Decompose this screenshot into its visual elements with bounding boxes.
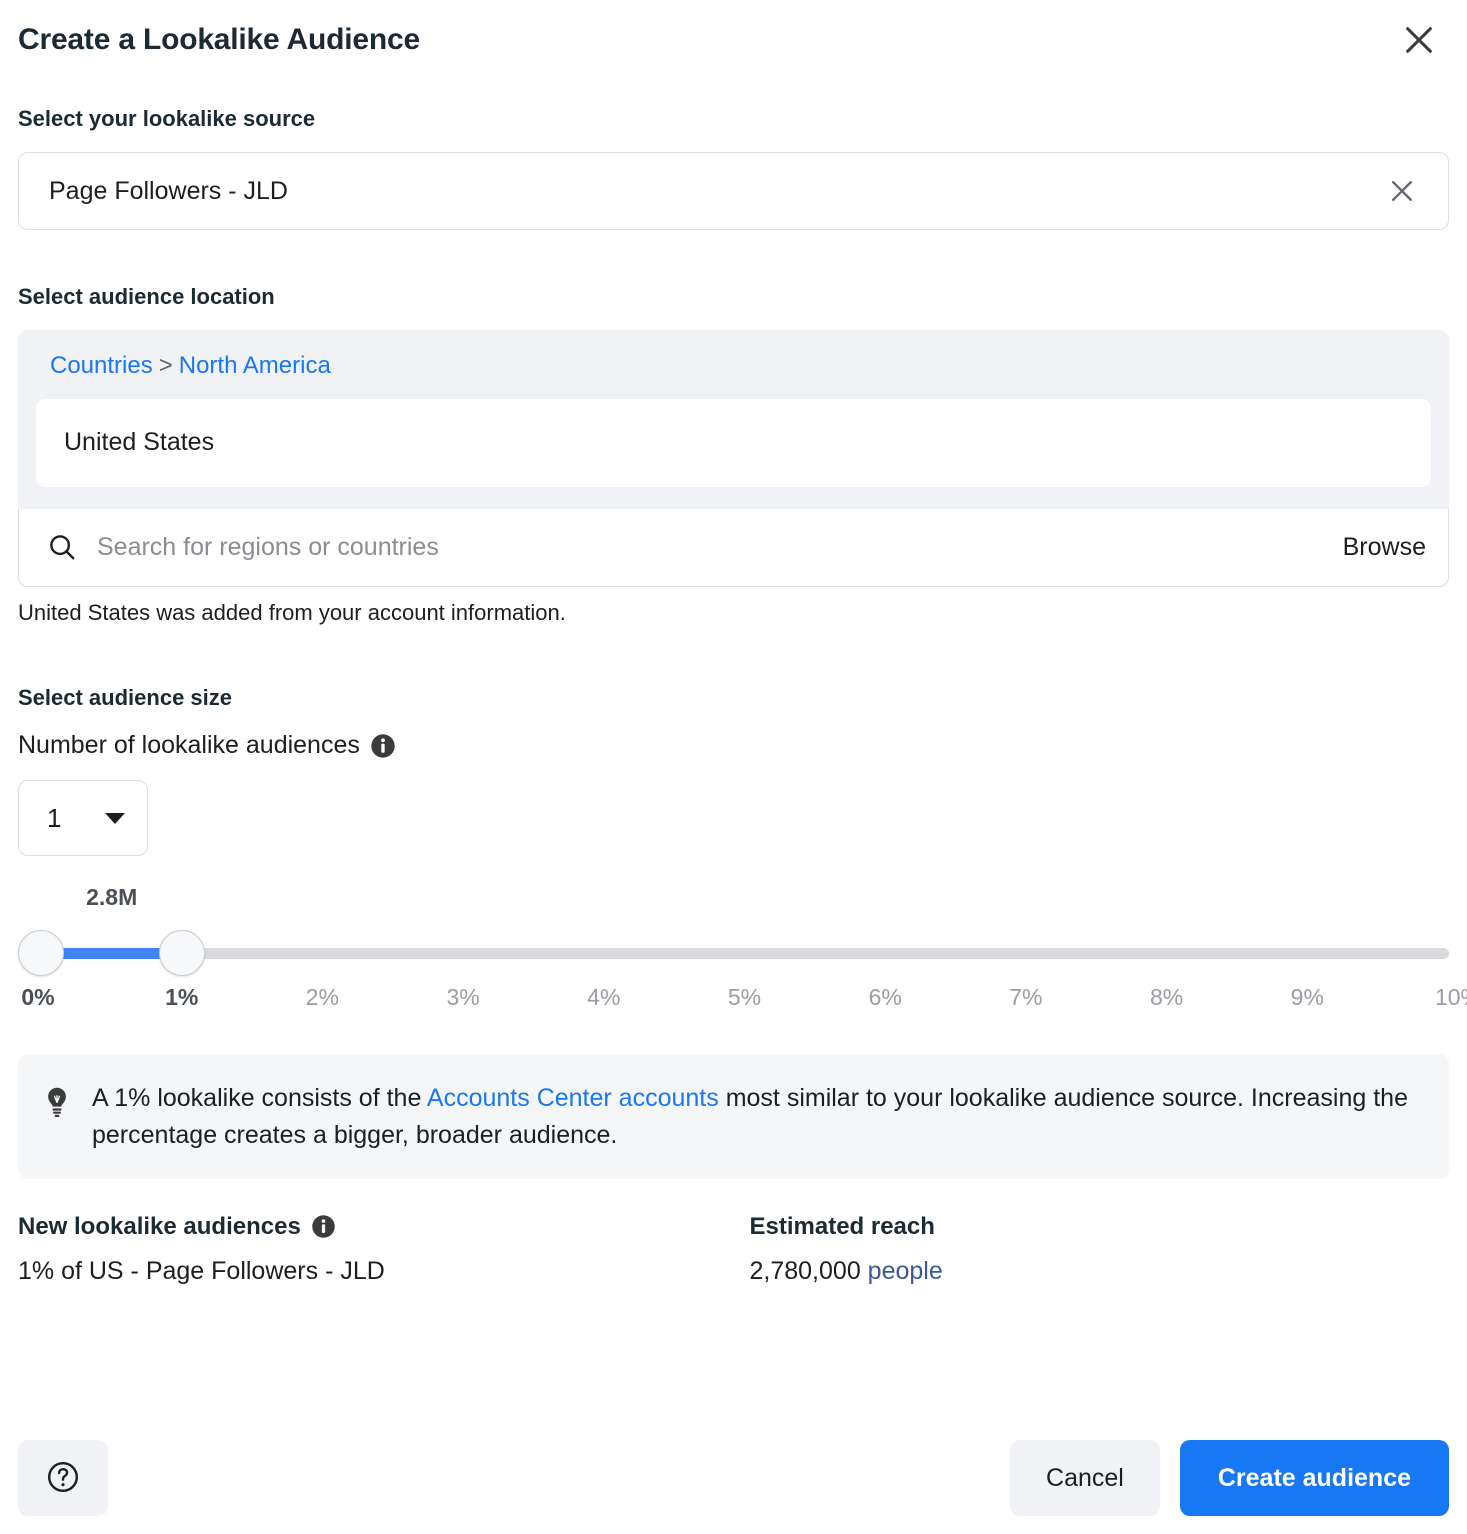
new-audiences-title: New lookalike audiences [18, 1212, 301, 1240]
slider-tick: 3% [446, 984, 480, 1011]
slider-value-bubble: 2.8M [86, 884, 138, 911]
tip-text: A 1% lookalike consists of the Accounts … [92, 1080, 1423, 1153]
people-link[interactable]: people [868, 1257, 943, 1285]
create-lookalike-audience-dialog: Create a Lookalike Audience Select your … [0, 0, 1467, 1534]
footer-actions: Cancel Create audience [1010, 1440, 1449, 1516]
slider-tick: 8% [1149, 984, 1184, 1011]
cancel-button[interactable]: Cancel [1010, 1440, 1160, 1516]
location-panel: Countries > North America United States [18, 330, 1449, 509]
audience-count-label: Number of lookalike audiences [18, 731, 360, 760]
info-icon[interactable] [370, 733, 396, 759]
lookalike-source-value: Page Followers - JLD [49, 176, 288, 205]
chevron-down-icon [105, 812, 125, 824]
breadcrumb-countries[interactable]: Countries [50, 352, 153, 379]
question-mark-icon [45, 1459, 81, 1498]
lookalike-source-field[interactable]: Page Followers - JLD [18, 152, 1449, 230]
browse-button[interactable]: Browse [1323, 533, 1426, 562]
audience-location-section: Select audience location Countries > North… [18, 284, 1449, 627]
location-section-label: Select audience location [18, 284, 275, 309]
help-button[interactable] [18, 1440, 108, 1516]
selected-location-item[interactable]: United States [36, 398, 1431, 487]
estimated-reach-value: 2,780,000 people [750, 1257, 1450, 1286]
summary-section: New lookalike audiences 1% of US - Page … [18, 1213, 1449, 1286]
slider-handle-start[interactable] [18, 930, 64, 977]
breadcrumb: Countries > North America [36, 352, 1431, 381]
audience-size-slider[interactable]: 2.8M 0% 1% 2% 3% 4% 5% 6% 7% 8% 9% 10% [18, 884, 1467, 1024]
lightbulb-icon [42, 1086, 72, 1123]
close-icon[interactable] [1397, 18, 1441, 62]
slider-track-background [60, 948, 1449, 960]
slider-tick: 2% [305, 984, 340, 1011]
slider-tick: 9% [1290, 984, 1324, 1011]
slider-tick: 1% [165, 984, 199, 1011]
new-audiences-value: 1% of US - Page Followers - JLD [18, 1256, 385, 1285]
estimated-reach-column: Estimated reach 2,780,000 people [734, 1213, 1450, 1286]
new-audiences-column: New lookalike audiences 1% of US - Page … [18, 1213, 734, 1286]
tip-callout: A 1% lookalike consists of the Accounts … [18, 1054, 1449, 1179]
slider-track-area[interactable] [18, 930, 1449, 977]
selected-location-label: United States [64, 428, 215, 457]
breadcrumb-north-america[interactable]: North America [179, 352, 331, 379]
slider-tick: 0% [21, 984, 55, 1011]
slider-tick: 7% [1009, 984, 1043, 1011]
location-search-input[interactable] [95, 531, 1323, 563]
source-section-label: Select your lookalike source [18, 106, 316, 131]
slider-tick: 4% [587, 984, 621, 1011]
audience-size-section: Select audience size Number of lookalike… [18, 685, 1467, 1024]
dialog-header: Create a Lookalike Audience [18, 0, 1449, 62]
audience-count-value: 1 [47, 802, 62, 833]
tip-text-before: A 1% lookalike consists of the [92, 1084, 427, 1113]
create-audience-button[interactable]: Create audience [1179, 1440, 1449, 1516]
page-title: Create a Lookalike Audience [18, 23, 420, 56]
info-icon[interactable] [311, 1214, 336, 1239]
slider-handle-end[interactable] [158, 930, 205, 977]
audience-count-dropdown[interactable]: 1 [18, 780, 148, 857]
slider-tick-labels: 0% 1% 2% 3% 4% 5% 6% 7% 8% 9% 10% [18, 984, 1467, 1018]
slider-tick: 5% [727, 984, 762, 1011]
clear-source-icon[interactable] [1380, 169, 1424, 213]
estimated-reach-number: 2,780,000 [749, 1256, 861, 1285]
accounts-center-link[interactable]: Accounts Center accounts [427, 1084, 719, 1112]
estimated-reach-title: Estimated reach [749, 1212, 935, 1240]
new-audiences-title-row: New lookalike audiences [18, 1213, 734, 1241]
audience-count-label-row: Number of lookalike audiences [18, 731, 1449, 760]
lookalike-source-section: Select your lookalike source Page Follow… [18, 106, 1449, 230]
location-search-row: Browse [18, 508, 1449, 587]
slider-tick: 10% [1434, 984, 1467, 1011]
audience-size-label: Select audience size [18, 685, 232, 711]
breadcrumb-separator: > [158, 352, 173, 379]
dialog-footer: Cancel Create audience [18, 1430, 1449, 1526]
slider-tick: 6% [868, 984, 902, 1011]
search-icon [47, 532, 77, 562]
location-note: United States was added from your accoun… [18, 599, 566, 625]
